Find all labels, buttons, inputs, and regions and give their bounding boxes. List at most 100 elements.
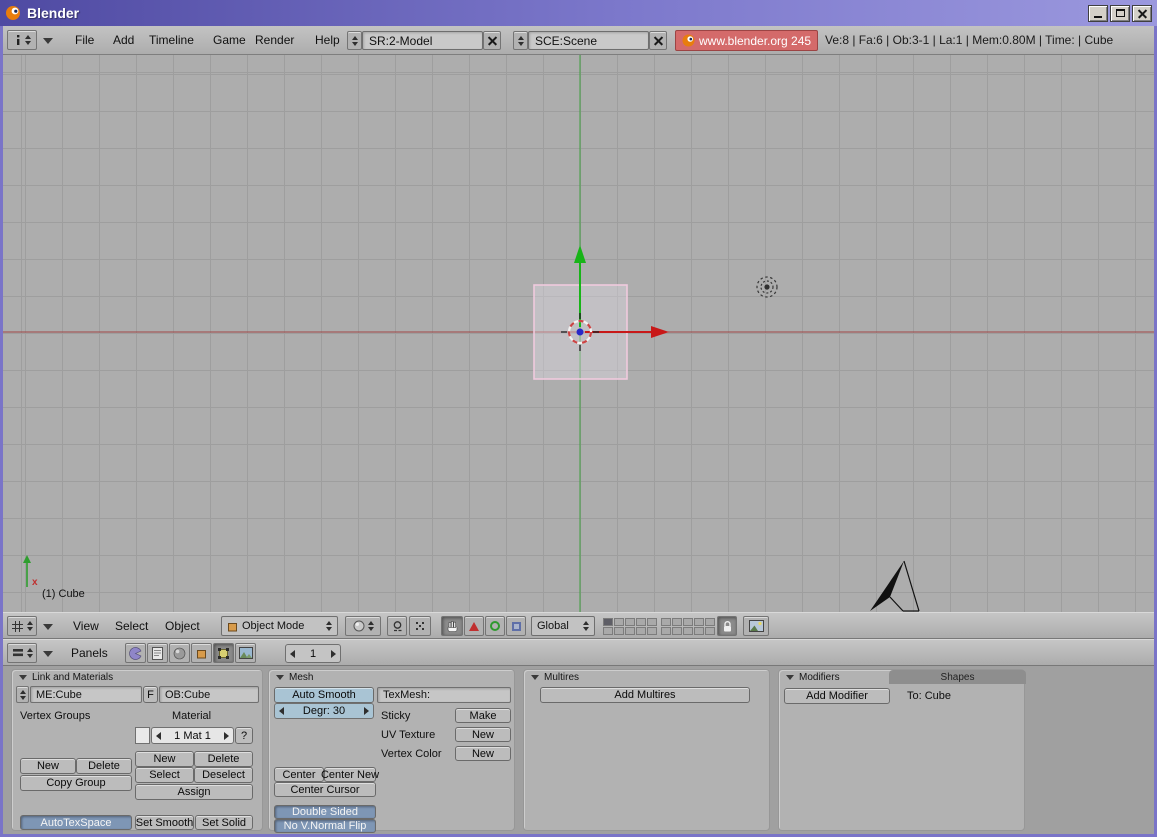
material-help-button[interactable]: ?: [235, 727, 253, 744]
buttons-window[interactable]: Link and Materials ME:Cube F OB:Cube Ver…: [3, 666, 1154, 834]
mesh-name-field[interactable]: ME:Cube: [30, 686, 142, 703]
collapse-menu-icon[interactable]: [43, 651, 53, 657]
scene-context-button[interactable]: [235, 643, 256, 663]
layer-3[interactable]: [625, 618, 635, 626]
vgroup-new-button[interactable]: New: [20, 758, 76, 774]
manipulator-toggle-button[interactable]: [441, 616, 463, 636]
logic-context-button[interactable]: [125, 643, 146, 663]
layer-16[interactable]: [661, 627, 671, 635]
panel-mesh[interactable]: Mesh Auto Smooth Degr: 30 TexMesh: Stick…: [268, 669, 515, 831]
collapse-panel-icon[interactable]: [531, 675, 539, 680]
collapse-menu-icon[interactable]: [43, 624, 53, 630]
fake-user-button[interactable]: F: [143, 686, 158, 703]
shading-context-button[interactable]: [169, 643, 190, 663]
vgroup-delete-button[interactable]: Delete: [76, 758, 132, 774]
snap-target-button[interactable]: [409, 616, 431, 636]
scale-manipulator-button[interactable]: [506, 616, 526, 636]
material-index-field[interactable]: 1 Mat 1: [151, 727, 234, 744]
menu-view[interactable]: View: [73, 613, 99, 640]
viewport-3d[interactable]: x (1) Cube: [3, 55, 1154, 612]
camera-object[interactable]: [870, 561, 919, 611]
mesh-browse-button[interactable]: [16, 686, 29, 703]
menu-file[interactable]: File: [75, 26, 94, 55]
screen-delete-button[interactable]: [483, 31, 501, 50]
object-context-button[interactable]: [191, 643, 212, 663]
set-solid-button[interactable]: Set Solid: [195, 815, 253, 830]
menu-add[interactable]: Add: [113, 26, 134, 55]
panel-header[interactable]: Multires: [524, 670, 769, 684]
copy-group-button[interactable]: Copy Group: [20, 775, 132, 791]
scene-name-field[interactable]: SCE:Scene: [528, 31, 649, 50]
object-name-field[interactable]: OB:Cube: [159, 686, 259, 703]
panel-modifiers[interactable]: Modifiers Shapes Add Modifier To: Cube: [778, 669, 1025, 831]
mode-dropdown[interactable]: Object Mode: [221, 616, 338, 636]
editor-type-button[interactable]: [7, 643, 37, 663]
rotate-manipulator-button[interactable]: [485, 616, 505, 636]
collapse-panel-icon[interactable]: [19, 675, 27, 680]
close-button[interactable]: [1132, 5, 1152, 22]
collapse-panel-icon[interactable]: [276, 675, 284, 680]
editing-context-button[interactable]: [213, 643, 234, 663]
select-button[interactable]: Select: [135, 767, 194, 783]
layer-18[interactable]: [683, 627, 693, 635]
center-new-button[interactable]: Center New: [324, 767, 376, 782]
layer-11[interactable]: [603, 627, 613, 635]
scene-delete-button[interactable]: [649, 31, 667, 50]
collapse-menu-icon[interactable]: [43, 38, 53, 44]
lock-layers-button[interactable]: [717, 616, 737, 636]
scene-browse-button[interactable]: [513, 31, 528, 50]
material-delete-button[interactable]: Delete: [194, 751, 253, 767]
layer-17[interactable]: [672, 627, 682, 635]
degr-number-field[interactable]: Degr: 30: [274, 703, 374, 719]
layer-1[interactable]: [603, 618, 613, 626]
sticky-make-button[interactable]: Make: [455, 708, 511, 723]
vcol-new-button[interactable]: New: [455, 746, 511, 761]
increment-icon[interactable]: [331, 650, 336, 658]
material-preview-swatch[interactable]: [135, 727, 150, 744]
center-cursor-button[interactable]: Center Cursor: [274, 782, 376, 797]
editor-type-button[interactable]: [7, 30, 37, 50]
menu-timeline[interactable]: Timeline: [149, 26, 194, 55]
no-vnormal-flip-toggle[interactable]: No V.Normal Flip: [274, 819, 376, 833]
panels-menu[interactable]: Panels: [71, 640, 108, 667]
panel-multires[interactable]: Multires Add Multires: [523, 669, 770, 831]
layer-4[interactable]: [636, 618, 646, 626]
decrement-icon[interactable]: [290, 650, 295, 658]
menu-help[interactable]: Help: [315, 26, 340, 55]
double-sided-toggle[interactable]: Double Sided: [274, 805, 376, 819]
pivot-point-button[interactable]: [387, 616, 407, 636]
auto-smooth-toggle[interactable]: Auto Smooth: [274, 687, 374, 703]
decrement-icon[interactable]: [279, 707, 284, 715]
decrement-icon[interactable]: [156, 732, 161, 740]
texmesh-field[interactable]: TexMesh:: [377, 687, 511, 703]
assign-button[interactable]: Assign: [135, 784, 253, 800]
render-preview-button[interactable]: [743, 616, 769, 636]
layer-2[interactable]: [614, 618, 624, 626]
material-new-button[interactable]: New: [135, 751, 194, 767]
menu-object[interactable]: Object: [165, 613, 200, 640]
menu-select[interactable]: Select: [115, 613, 148, 640]
draw-type-dropdown[interactable]: [345, 616, 381, 636]
layer-6[interactable]: [661, 618, 671, 626]
uv-new-button[interactable]: New: [455, 727, 511, 742]
deselect-button[interactable]: Deselect: [194, 767, 253, 783]
frame-number-field[interactable]: 1: [285, 644, 341, 663]
layer-19[interactable]: [694, 627, 704, 635]
add-multires-button[interactable]: Add Multires: [540, 687, 750, 703]
layer-13[interactable]: [625, 627, 635, 635]
layer-10[interactable]: [705, 618, 715, 626]
layer-8[interactable]: [683, 618, 693, 626]
maximize-button[interactable]: [1110, 5, 1130, 22]
add-modifier-button[interactable]: Add Modifier: [784, 688, 890, 704]
panel-link-and-materials[interactable]: Link and Materials ME:Cube F OB:Cube Ver…: [11, 669, 263, 831]
minimize-button[interactable]: [1088, 5, 1108, 22]
layer-12[interactable]: [614, 627, 624, 635]
menu-render[interactable]: Render: [255, 26, 294, 55]
set-smooth-button[interactable]: Set Smooth: [135, 815, 194, 830]
center-button[interactable]: Center: [274, 767, 324, 782]
version-badge[interactable]: www.blender.org 245: [675, 30, 818, 51]
increment-icon[interactable]: [364, 707, 369, 715]
layer-20[interactable]: [705, 627, 715, 635]
layer-15[interactable]: [647, 627, 657, 635]
collapse-panel-icon[interactable]: [786, 675, 794, 680]
